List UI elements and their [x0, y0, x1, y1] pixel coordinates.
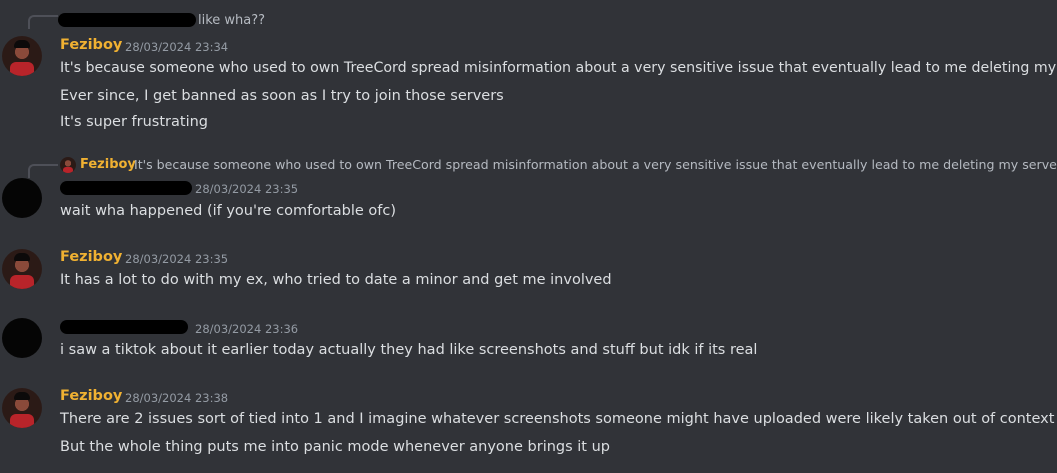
username[interactable]: Feziboy: [60, 388, 122, 404]
message-text: But the whole thing puts me into panic m…: [60, 439, 610, 455]
redacted-reply-username: [58, 13, 196, 27]
username[interactable]: Feziboy: [60, 249, 122, 265]
message-timestamp[interactable]: 28/03/2024 23:36: [195, 322, 298, 336]
username[interactable]: Feziboy: [60, 37, 122, 53]
message-text: It's super frustrating: [60, 114, 209, 130]
avatar[interactable]: [2, 249, 42, 289]
message-text: There are 2 issues sort of tied into 1 a…: [60, 411, 1057, 427]
message-text: i saw a tiktok about it earlier today ac…: [60, 342, 758, 358]
reply-username[interactable]: Feziboy: [80, 157, 136, 172]
chat-messages: like wha?? Feziboy 28/03/2024 23:34 It's…: [0, 0, 1057, 473]
avatar[interactable]: [2, 388, 42, 428]
message-text: wait wha happened (if you're comfortable…: [60, 203, 396, 219]
avatar[interactable]: [2, 36, 42, 76]
message-timestamp[interactable]: 28/03/2024 23:34: [125, 40, 228, 54]
avatar[interactable]: [2, 318, 42, 358]
message-text: Ever since, I get banned as soon as I tr…: [60, 88, 504, 104]
reply-spine: [28, 164, 58, 178]
reply-preview-text[interactable]: like wha??: [198, 13, 265, 28]
message-text: It's because someone who used to own Tre…: [60, 60, 1057, 76]
message-timestamp[interactable]: 28/03/2024 23:38: [125, 391, 228, 405]
redacted-username: [60, 181, 192, 195]
message-text: It has a lot to do with my ex, who tried…: [60, 272, 612, 288]
reply-spine: [28, 15, 58, 29]
redacted-username: [60, 320, 188, 334]
avatar[interactable]: [2, 178, 42, 218]
message-timestamp[interactable]: 28/03/2024 23:35: [195, 182, 298, 196]
reply-avatar: [60, 157, 76, 173]
reply-preview-text[interactable]: It's because someone who used to own Tre…: [134, 157, 1057, 172]
message-timestamp[interactable]: 28/03/2024 23:35: [125, 252, 228, 266]
